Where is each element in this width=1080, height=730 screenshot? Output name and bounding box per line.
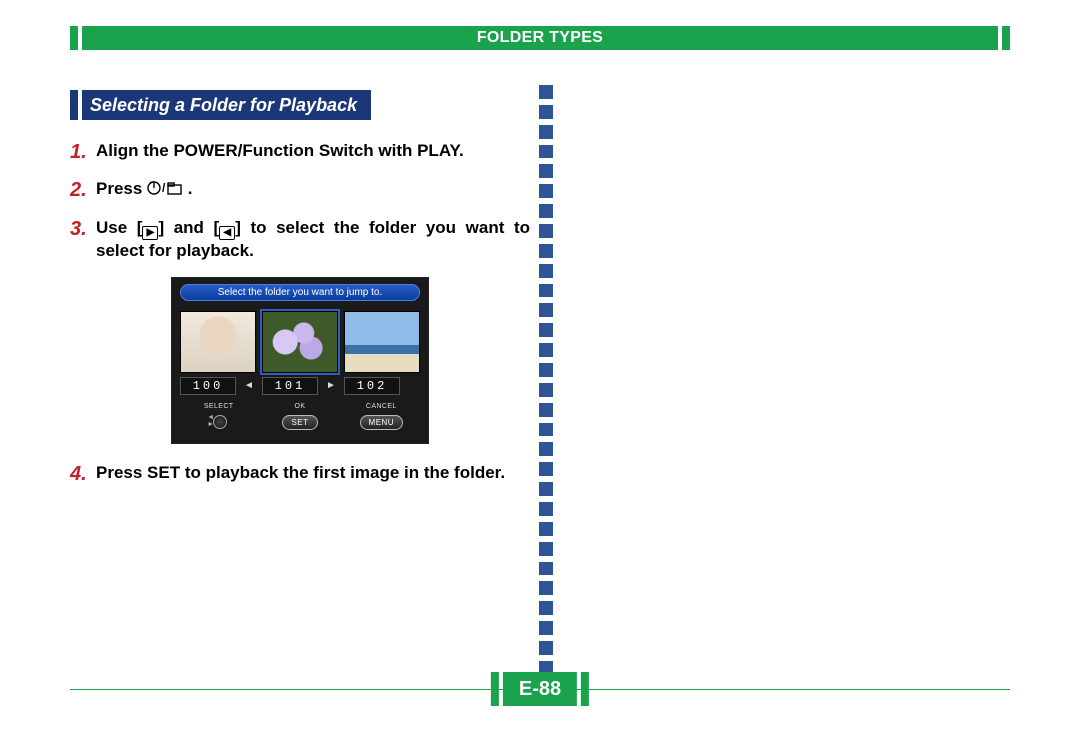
ok-label: OK [261,403,338,410]
right-arrow-key-icon: ▶ [142,226,158,240]
timer-folder-icon: / [147,180,183,203]
step-1: 1. Align the POWER/Function Switch with … [70,140,530,164]
header-fill: FOLDER TYPES [82,26,998,50]
menu-button-pill: MENU [360,415,404,430]
select-control: SELECT [180,403,257,435]
folder-number: 102 [344,377,400,395]
instruction-list: 1. Align the POWER/Function Switch with … [70,140,530,500]
thumbnail-100 [180,311,256,373]
step3-prefix: Use [ [96,218,142,237]
step-4: 4. Press SET to playback the first image… [70,462,530,486]
section-title: Selecting a Folder for Playback [90,95,357,116]
ok-control: OK SET [261,403,338,435]
step3-mid: ] and [ [158,218,219,237]
step2-prefix: Press [96,179,147,198]
column-divider [539,85,553,675]
folder-thumbnails [172,307,428,375]
nav-right-mini-icon: ► [324,379,338,393]
header-accent-right [1002,26,1010,50]
step-text: Use [▶] and [◀] to select the folder you… [96,217,530,263]
left-arrow-key-icon: ◀ [219,226,235,240]
cancel-control: CANCEL MENU [343,403,420,435]
page-number-badge: E-88 [491,672,589,706]
step-text: Press / . [96,178,530,203]
page-footer: E-88 [70,672,1010,706]
step-text: Press SET to playback the first image in… [96,462,530,485]
step-number: 1. [70,140,96,164]
select-label: SELECT [180,403,257,410]
step-number: 2. [70,178,96,202]
screen-button-row: SELECT OK SET CANCEL MENU [172,397,428,443]
step2-suffix: . [188,179,193,198]
thumbnail-101-selected [262,311,338,373]
step-text: Align the POWER/Function Switch with PLA… [96,140,530,163]
screen-banner: Select the folder you want to jump to. [180,284,420,301]
svg-text:/: / [162,181,166,195]
dpad-icon [206,412,232,430]
thumbnail-102 [344,311,420,373]
page-header-title: FOLDER TYPES [477,29,603,47]
step-number: 3. [70,217,96,241]
folder-number-row: 100 ◄ 101 ► 102 [172,375,428,397]
manual-page: FOLDER TYPES Selecting a Folder for Play… [0,0,1080,730]
illustration-wrap: Select the folder you want to jump to. 1… [70,277,530,444]
folder-number: 100 [180,377,236,395]
section-heading: Selecting a Folder for Playback [70,90,371,120]
folder-number: 101 [262,377,318,395]
section-fill: Selecting a Folder for Playback [82,90,371,120]
step-2: 2. Press / . [70,178,530,203]
nav-left-mini-icon: ◄ [242,379,256,393]
header-accent-left [70,26,78,50]
set-button-pill: SET [282,415,317,430]
page-number: E-88 [519,678,561,701]
step-3: 3. Use [▶] and [◀] to select the folder … [70,217,530,263]
page-header: FOLDER TYPES [70,26,1010,50]
camera-screen-illustration: Select the folder you want to jump to. 1… [171,277,429,444]
step-number: 4. [70,462,96,486]
section-accent-stub [70,90,78,120]
cancel-label: CANCEL [343,403,420,410]
